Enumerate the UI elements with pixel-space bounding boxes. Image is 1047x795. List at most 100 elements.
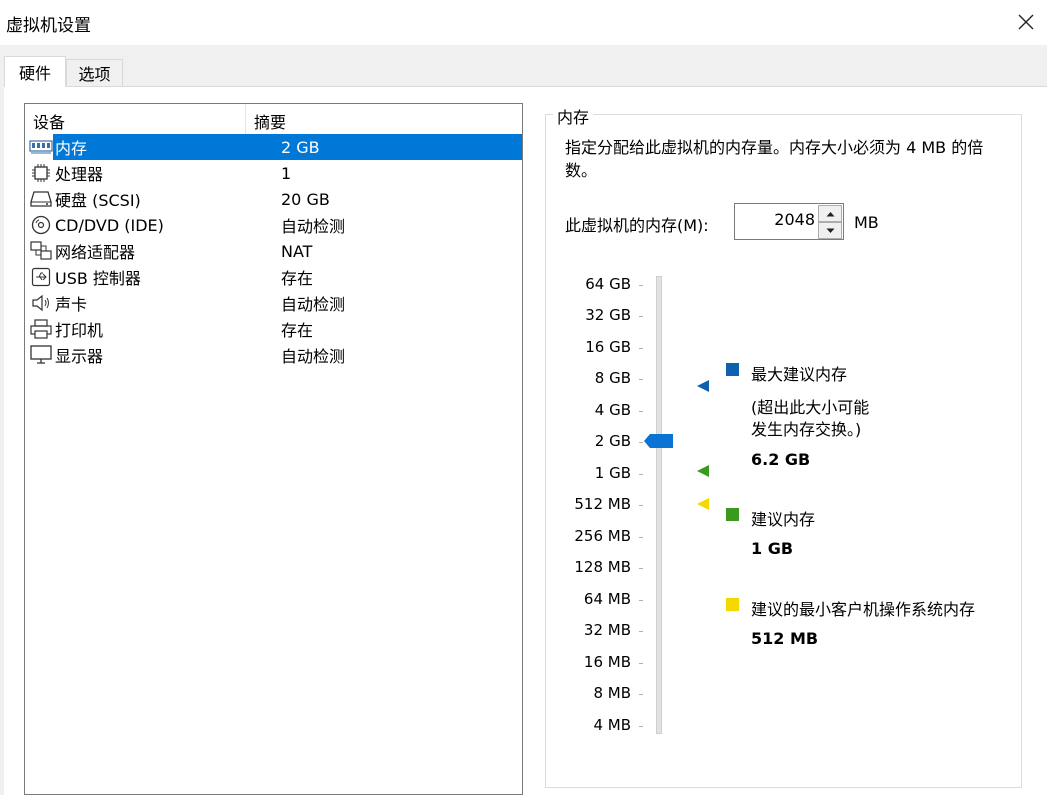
scale-label: 16 MB — [583, 653, 631, 671]
scale-label: 256 MB — [574, 527, 631, 545]
tab-strip: 硬件 选项 — [0, 45, 1047, 87]
device-name: CD/DVD (IDE) — [55, 215, 164, 235]
legend-min-guest-swatch — [726, 598, 739, 611]
device-summary: 2 GB — [281, 137, 320, 157]
device-name: 显示器 — [55, 347, 104, 366]
printer-icon — [28, 316, 54, 342]
scale-label: 1 GB — [594, 464, 631, 482]
scale-label: 2 GB — [594, 432, 631, 450]
device-summary: 存在 — [281, 321, 314, 340]
device-list[interactable]: 设备 摘要 内存 2 GB 处理器 1 硬盘 (SCSI) 20 GB CD/D… — [24, 103, 523, 795]
tick-mark — [639, 600, 643, 601]
scale-label: 512 MB — [574, 495, 631, 513]
legend-max-value: 6.2 GB — [751, 450, 811, 469]
device-name: 处理器 — [55, 165, 104, 184]
column-header-device[interactable]: 设备 — [25, 104, 246, 134]
device-row-cddvd[interactable]: CD/DVD (IDE) 自动检测 — [25, 212, 522, 238]
device-summary: 20 GB — [281, 189, 330, 209]
harddisk-icon — [28, 186, 54, 212]
tick-mark — [639, 348, 643, 349]
scale-label: 4 MB — [593, 716, 631, 734]
tick-mark — [639, 411, 643, 412]
device-name: 硬盘 (SCSI) — [55, 191, 141, 210]
scale-label: 16 GB — [585, 338, 631, 356]
network-icon — [28, 238, 54, 264]
device-row-printer[interactable]: 打印机 存在 — [25, 316, 522, 342]
scale-label: 8 MB — [593, 684, 631, 702]
scale-label: 32 MB — [583, 621, 631, 639]
tick-mark — [639, 505, 643, 506]
device-row-memory[interactable]: 内存 2 GB — [25, 134, 522, 160]
cd-icon — [28, 212, 54, 238]
device-name: 打印机 — [55, 321, 104, 340]
tick-mark — [639, 537, 643, 538]
tick-mark — [639, 474, 643, 475]
usb-icon — [28, 264, 54, 290]
scale-label: 8 GB — [594, 369, 631, 387]
memory-slider-thumb[interactable] — [644, 433, 674, 453]
legend-max-title: 最大建议内存 — [751, 365, 848, 384]
memory-icon — [28, 134, 54, 160]
legend-min-guest-value: 512 MB — [751, 629, 819, 648]
close-icon — [1018, 14, 1034, 30]
device-summary: 自动检测 — [281, 347, 346, 366]
scale-label: 64 GB — [585, 275, 631, 293]
device-row-sound[interactable]: 声卡 自动检测 — [25, 290, 522, 316]
device-row-display[interactable]: 显示器 自动检测 — [25, 342, 522, 368]
device-name: 网络适配器 — [55, 243, 136, 262]
device-name: 内存 — [55, 139, 88, 158]
tick-mark — [639, 379, 643, 380]
chevron-down-icon — [826, 228, 834, 233]
legend-recommended-title: 建议内存 — [751, 510, 816, 529]
memory-unit: MB — [854, 213, 879, 232]
window-title: 虚拟机设置 — [6, 16, 91, 36]
memory-value-input[interactable]: 2048 — [774, 210, 815, 229]
scale-label: 32 GB — [585, 306, 631, 324]
scale-label: 128 MB — [574, 558, 631, 576]
tab-hardware[interactable]: 硬件 — [4, 56, 66, 87]
title-bar: 虚拟机设置 — [0, 0, 1047, 45]
tick-mark — [639, 631, 643, 632]
scale-label: 4 GB — [594, 401, 631, 419]
tick-mark — [639, 726, 643, 727]
legend-max-swatch — [726, 363, 739, 376]
min-guest-marker — [697, 498, 709, 510]
tab-options[interactable]: 选项 — [66, 59, 123, 86]
scale-label: 64 MB — [583, 590, 631, 608]
tick-mark — [639, 316, 643, 317]
tick-mark — [639, 663, 643, 664]
memory-field-label: 此虚拟机的内存(M): — [565, 216, 709, 235]
legend-max-note-2: 发生内存交换。) — [751, 420, 862, 439]
legend-recommended-value: 1 GB — [751, 539, 794, 558]
spin-up-button[interactable] — [818, 205, 842, 222]
processor-icon — [28, 160, 54, 186]
device-row-network[interactable]: 网络适配器 NAT — [25, 238, 522, 264]
device-row-processor[interactable]: 处理器 1 — [25, 160, 522, 186]
memory-spinbox[interactable]: 2048 — [734, 203, 844, 240]
monitor-icon — [28, 342, 54, 368]
device-list-header: 设备 摘要 — [25, 104, 522, 134]
chevron-up-icon — [826, 211, 834, 216]
memory-description: 指定分配给此虚拟机的内存量。内存大小必须为 4 MB 的倍数。 — [565, 138, 984, 180]
speaker-icon — [28, 290, 54, 316]
memory-group-title: 内存 — [553, 104, 594, 128]
device-row-harddisk[interactable]: 硬盘 (SCSI) 20 GB — [25, 186, 522, 212]
device-summary: 1 — [281, 163, 292, 183]
tick-mark — [639, 568, 643, 569]
device-name: 声卡 — [55, 295, 88, 314]
device-summary: 自动检测 — [281, 217, 346, 236]
device-summary: NAT — [281, 241, 313, 261]
memory-slider-track[interactable] — [656, 276, 662, 734]
recommended-marker — [697, 465, 709, 477]
close-button[interactable] — [1010, 6, 1042, 38]
tick-mark — [639, 442, 643, 443]
column-header-summary[interactable]: 摘要 — [246, 104, 522, 134]
spin-down-button[interactable] — [818, 222, 842, 239]
max-recommended-marker — [697, 380, 709, 392]
legend-min-guest-title: 建议的最小客户机操作系统内存 — [751, 600, 976, 619]
device-name: USB 控制器 — [55, 269, 141, 288]
device-summary: 存在 — [281, 269, 314, 288]
tick-mark — [639, 694, 643, 695]
legend-recommended-swatch — [726, 508, 739, 521]
device-row-usb[interactable]: USB 控制器 存在 — [25, 264, 522, 290]
